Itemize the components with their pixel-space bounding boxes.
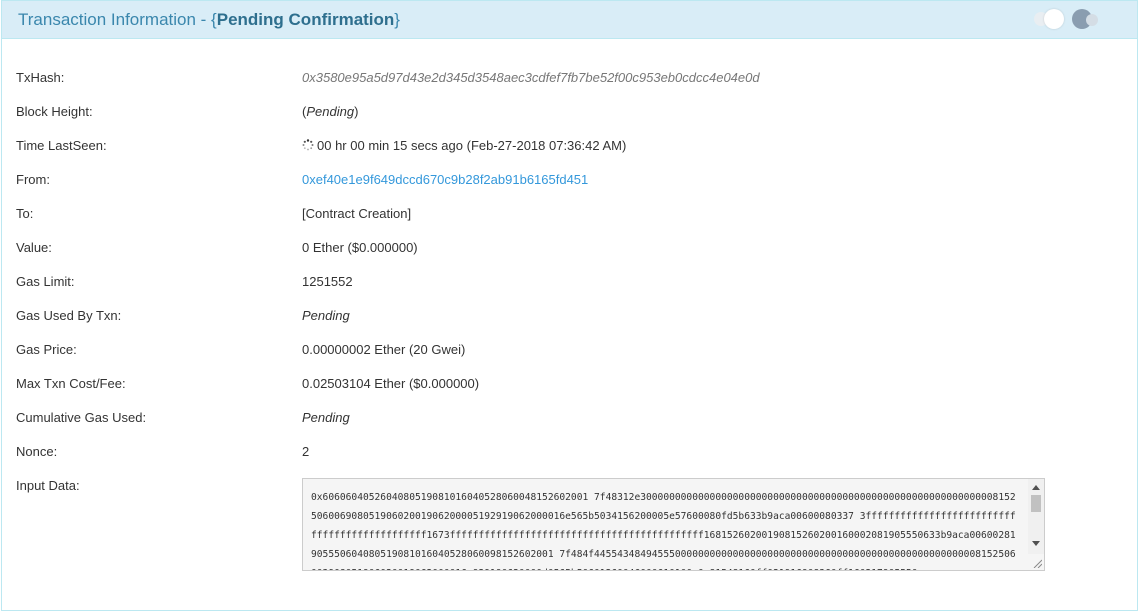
title-suffix: } (394, 10, 400, 29)
from-row: From: 0xef40e1e9f649dccd670c9b28f2ab91b6… (16, 170, 1116, 190)
time-date: (Feb-27-2018 07:36:42 AM) (466, 138, 627, 153)
txhash-value: 0x3580e95a5d97d43e2d345d3548aec3cdfef7fb… (302, 70, 760, 85)
scroll-down-icon[interactable] (1032, 541, 1040, 546)
scroll-thumb[interactable] (1031, 495, 1041, 512)
loading-dots-icon (1034, 7, 1104, 29)
input-data-scrollbar[interactable] (1028, 479, 1044, 554)
spinner-icon (302, 139, 314, 151)
block-height-row: Block Height: (Pending) (16, 102, 1116, 122)
time-lastseen-label: Time LastSeen: (16, 138, 107, 153)
value-row: Value: 0 Ether ($0.000000) (16, 238, 1116, 258)
nonce-row: Nonce: 2 (16, 442, 1116, 462)
gas-price-row: Gas Price: 0.00000002 Ether (20 Gwei) (16, 340, 1116, 360)
gas-limit-label: Gas Limit: (16, 274, 75, 289)
input-data-label: Input Data: (16, 478, 80, 493)
cumulative-gas-value: Pending (302, 410, 350, 425)
gas-price-label: Gas Price: (16, 342, 77, 357)
gas-used-label: Gas Used By Txn: (16, 308, 122, 323)
gas-used-row: Gas Used By Txn: Pending (16, 306, 1116, 326)
input-data-textarea[interactable]: 0x60606040526040805190810160405280600481… (302, 478, 1045, 571)
resize-handle-icon[interactable] (1032, 558, 1042, 568)
value-amount: 0 Ether ($0.000000) (302, 240, 418, 255)
block-height-label: Block Height: (16, 104, 93, 119)
time-lastseen-row: Time LastSeen: 00 hr 00 min 15 secs ago … (16, 136, 1116, 156)
nonce-value: 2 (302, 444, 310, 459)
txhash-label: TxHash: (16, 70, 65, 85)
paren-close: ) (354, 104, 359, 119)
panel-heading: Transaction Information - {Pending Confi… (2, 1, 1137, 39)
title-prefix: Transaction Information - { (18, 10, 217, 29)
cumulative-gas-row: Cumulative Gas Used: Pending (16, 408, 1116, 428)
cumulative-gas-label: Cumulative Gas Used: (16, 410, 147, 425)
nonce-label: Nonce: (16, 444, 58, 459)
time-elapsed: 00 hr 00 min 15 secs ago (317, 138, 463, 153)
from-label: From: (16, 172, 50, 187)
gas-limit-row: Gas Limit: 1251552 (16, 272, 1116, 292)
status-text: Pending Confirmation (216, 10, 395, 29)
time-lastseen-value: 00 hr 00 min 15 secs ago (Feb-27-2018 07… (302, 136, 626, 156)
block-height-value: (Pending) (302, 102, 358, 122)
scroll-up-icon[interactable] (1032, 485, 1040, 490)
txhash-row: TxHash: 0x3580e95a5d97d43e2d345d3548aec3… (16, 68, 1116, 88)
value-label: Value: (16, 240, 52, 255)
page-title: Transaction Information - {Pending Confi… (18, 10, 400, 30)
gas-used-value: Pending (302, 308, 350, 323)
to-row: To: [Contract Creation] (16, 204, 1116, 224)
max-fee-value: 0.02503104 Ether ($0.000000) (302, 376, 480, 391)
max-fee-label: Max Txn Cost/Fee: (16, 376, 126, 391)
gas-price-value: 0.00000002 Ether (20 Gwei) (302, 342, 466, 357)
to-label: To: (16, 206, 34, 221)
to-value: [Contract Creation] (302, 206, 412, 221)
input-data-text[interactable]: 0x60606040526040805190810160405280600481… (311, 488, 1021, 570)
gas-limit-value: 1251552 (302, 274, 353, 289)
max-fee-row: Max Txn Cost/Fee: 0.02503104 Ether ($0.0… (16, 374, 1116, 394)
from-address-link[interactable]: 0xef40e1e9f649dccd670c9b28f2ab91b6165fd4… (302, 170, 588, 190)
block-height-status: Pending (306, 104, 355, 119)
